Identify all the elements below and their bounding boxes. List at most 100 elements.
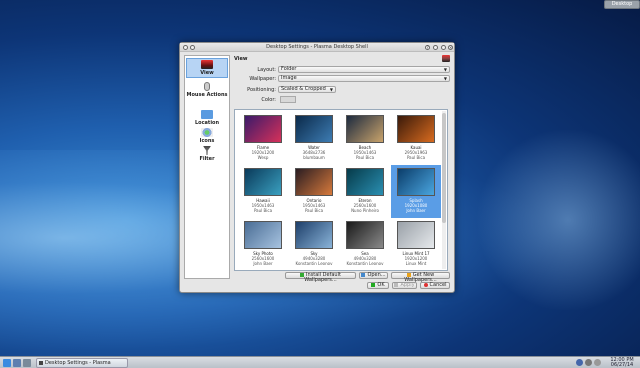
task-label: Desktop Settings - Plasma Desktop Shell bbox=[45, 360, 111, 366]
install-button-label: Install Default Wallpapers... bbox=[304, 272, 341, 283]
apply-button[interactable]: Apply bbox=[392, 282, 417, 289]
install-default-wallpapers-button[interactable]: Install Default Wallpapers... bbox=[285, 272, 356, 283]
desktop-settings-window: Desktop Settings - Plasma Desktop Shell … bbox=[179, 42, 455, 293]
wallpaper-item[interactable]: Splash 1920x1080 John Baer bbox=[391, 165, 441, 218]
panel-title: View bbox=[234, 56, 248, 62]
sidebar-item-label: Filter bbox=[199, 156, 215, 162]
layout-select[interactable]: Folder ▼ bbox=[278, 66, 450, 73]
activities-icon[interactable] bbox=[13, 359, 21, 367]
wallpaper-label: Wallpaper: bbox=[249, 76, 276, 82]
wallpaper-value: Image bbox=[281, 75, 297, 81]
wallpaper-thumbnail bbox=[244, 115, 282, 143]
wallpaper-thumbnail bbox=[346, 115, 384, 143]
color-label: Color: bbox=[261, 97, 276, 103]
wallpaper-item[interactable]: Hawaii 1950x1463 Paul Bica bbox=[238, 165, 288, 218]
icons-icon bbox=[201, 128, 213, 137]
network-icon[interactable] bbox=[594, 359, 601, 366]
open-button[interactable]: Open... bbox=[359, 272, 388, 279]
monitor-icon bbox=[201, 60, 213, 69]
wallpaper-item[interactable]: Beach 1950x1463 Paul Bica bbox=[340, 112, 390, 165]
clock-date: 06/27/14 bbox=[610, 362, 634, 368]
wallpaper-author: blumbaum bbox=[303, 155, 325, 160]
wallpaper-thumbnail bbox=[346, 168, 384, 196]
grid-scrollbar[interactable] bbox=[442, 111, 446, 269]
cancel-icon bbox=[423, 283, 428, 287]
wallpaper-select[interactable]: Image ▼ bbox=[278, 75, 450, 82]
chevron-down-icon: ▼ bbox=[329, 87, 333, 92]
wallpaper-author: Paul Bica bbox=[406, 155, 426, 160]
wallpaper-thumbnail bbox=[397, 221, 435, 249]
wallpaper-item[interactable]: Sea 4940x3280 Konstantin Leonov bbox=[340, 218, 390, 271]
cancel-button-label: Cancel bbox=[429, 282, 447, 288]
wallpaper-item[interactable]: Linux Mint 17 1920x1200 Linux Mint bbox=[391, 218, 441, 271]
help-icon[interactable]: ? bbox=[425, 45, 430, 50]
apply-icon bbox=[394, 283, 399, 287]
close-icon[interactable]: × bbox=[448, 45, 453, 50]
sidebar-item-view[interactable]: View bbox=[186, 58, 228, 78]
wallpaper-item[interactable]: Kauai 2950x1963 Paul Bica bbox=[391, 112, 441, 165]
application-launcher-icon[interactable] bbox=[3, 359, 11, 367]
sidebar-item-label: Icons bbox=[199, 138, 215, 144]
sidebar-item-label: Mouse Actions bbox=[186, 92, 228, 98]
sidebar-item-filter[interactable]: Filter bbox=[186, 146, 228, 162]
wallpaper-item[interactable]: Ontario 1950x1463 Paul Bica bbox=[289, 165, 339, 218]
wallpaper-grid: Flame 1920x1200 Wesp Water 3648x2736 blumbaum… bbox=[234, 109, 448, 271]
wallpaper-thumbnail bbox=[295, 115, 333, 143]
wallpaper-item[interactable]: Eteron 2560x1600 Nuno Pinheiro bbox=[340, 165, 390, 218]
layout-value: Folder bbox=[281, 66, 297, 72]
open-button-label: Open... bbox=[367, 272, 386, 278]
clock[interactable]: 12:00 PM 06/27/14 bbox=[606, 358, 638, 368]
wallpaper-author: Paul Bica bbox=[355, 155, 375, 160]
ok-button[interactable]: OK bbox=[367, 282, 389, 289]
get-new-wallpapers-button[interactable]: Get New Wallpapers... bbox=[391, 272, 450, 283]
volume-icon[interactable] bbox=[585, 359, 592, 366]
window-title: Desktop Settings - Plasma Desktop Shell bbox=[266, 44, 368, 50]
wallpaper-author: John Baer bbox=[253, 261, 273, 266]
wallpaper-thumbnail bbox=[244, 221, 282, 249]
view-header-icon bbox=[442, 55, 450, 62]
wallpaper-thumbnail bbox=[397, 115, 435, 143]
info-icon[interactable] bbox=[576, 359, 583, 366]
wallpaper-author: Paul Bica bbox=[253, 208, 273, 213]
positioning-value: Scaled & Cropped bbox=[281, 86, 326, 92]
layout-label: Layout: bbox=[257, 67, 276, 73]
ok-button-label: OK bbox=[377, 282, 385, 288]
desktop-toolbox-button[interactable]: Desktop bbox=[604, 0, 640, 9]
window-titlebar[interactable]: Desktop Settings - Plasma Desktop Shell … bbox=[180, 43, 454, 52]
wallpaper-item[interactable]: Water 3648x2736 blumbaum bbox=[289, 112, 339, 165]
sidebar-item-icons[interactable]: Icons bbox=[186, 128, 228, 144]
cancel-button[interactable]: Cancel bbox=[420, 282, 450, 289]
wallpaper-item[interactable]: Sky Photo 2560x1600 John Baer bbox=[238, 218, 288, 271]
wallpaper-author: Konstantin Leonov bbox=[295, 261, 333, 266]
pager-icon[interactable] bbox=[23, 359, 31, 367]
task-desktop-settings[interactable]: Desktop Settings - Plasma Desktop Shell bbox=[36, 358, 128, 368]
sidebar-item-mouse-actions[interactable]: Mouse Actions bbox=[186, 82, 228, 98]
filter-icon bbox=[203, 146, 211, 155]
taskbar: Desktop Settings - Plasma Desktop Shell … bbox=[0, 356, 640, 368]
wallpaper-author: Konstantin Leonov bbox=[346, 261, 384, 266]
settings-sidebar: View Mouse Actions Location Icons Filter bbox=[184, 55, 230, 279]
scrollbar-thumb[interactable] bbox=[442, 113, 446, 223]
positioning-label: Positioning: bbox=[247, 87, 276, 93]
folder-open-icon bbox=[361, 273, 366, 277]
maximize-icon[interactable] bbox=[441, 45, 446, 50]
folder-icon bbox=[201, 110, 213, 119]
positioning-select[interactable]: Scaled & Cropped ▼ bbox=[278, 86, 336, 93]
wallpaper-thumbnail bbox=[295, 168, 333, 196]
apply-button-label: Apply bbox=[400, 282, 415, 288]
sidebar-item-label: Location bbox=[194, 120, 220, 126]
sidebar-item-label: View bbox=[200, 70, 214, 76]
wallpaper-item[interactable]: Flame 1920x1200 Wesp bbox=[238, 112, 288, 165]
wallpaper-thumbnail bbox=[295, 221, 333, 249]
sidebar-item-location[interactable]: Location bbox=[186, 110, 228, 126]
wallpaper-author: Wesp bbox=[257, 155, 269, 160]
window-icon bbox=[39, 361, 43, 365]
chevron-down-icon: ▼ bbox=[443, 76, 447, 81]
wallpaper-thumbnail bbox=[244, 168, 282, 196]
wallpaper-author: Paul Bica bbox=[304, 208, 324, 213]
wallpaper-item[interactable]: Sky 4940x3280 Konstantin Leonov bbox=[289, 218, 339, 271]
color-picker-button[interactable] bbox=[280, 96, 296, 103]
minimize-icon[interactable] bbox=[433, 45, 438, 50]
mouse-icon bbox=[204, 82, 210, 91]
check-icon bbox=[371, 283, 376, 287]
